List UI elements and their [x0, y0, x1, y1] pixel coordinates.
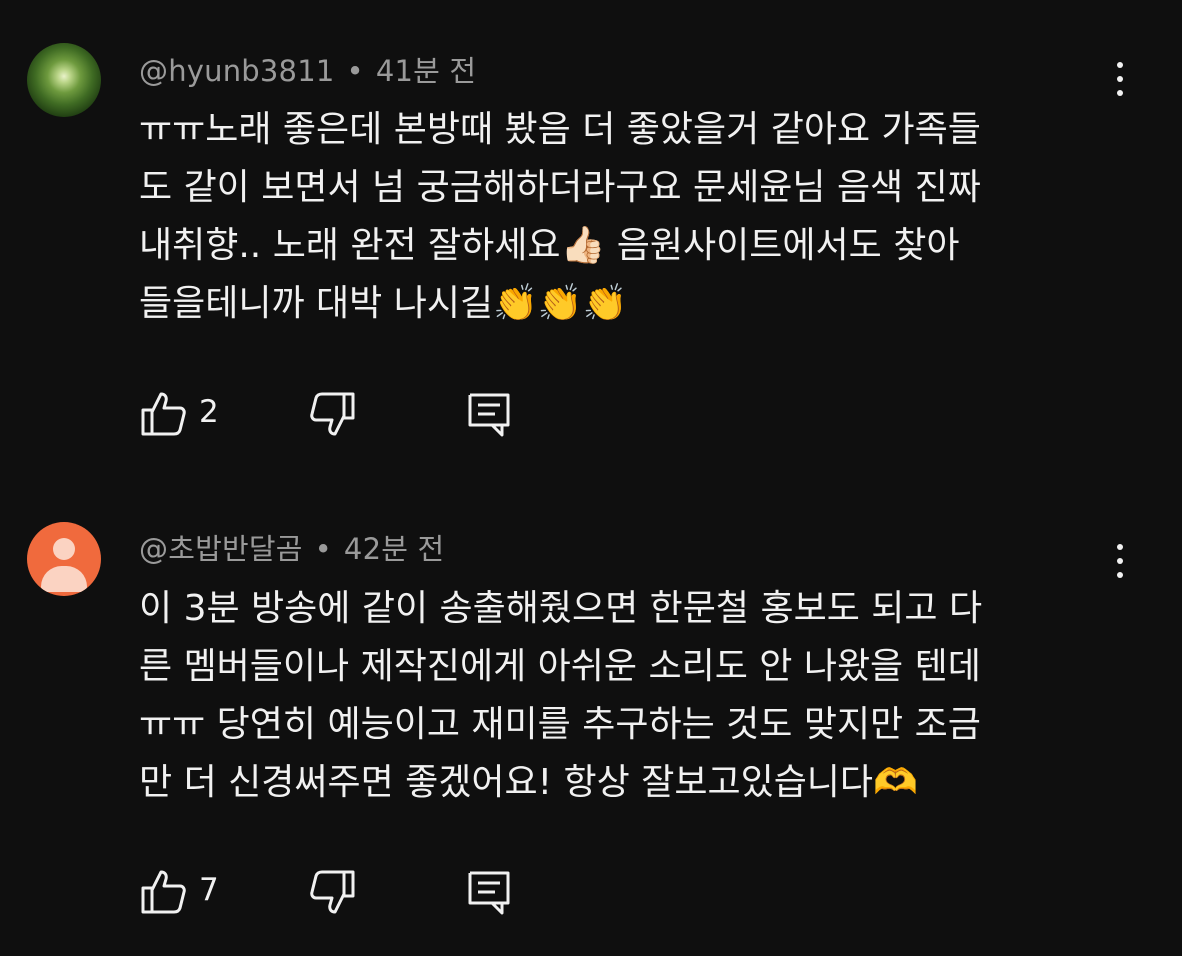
- comment-username[interactable]: @hyunb3811: [139, 54, 335, 88]
- comment-line: 이 3분 방송에 같이 송출해줬으면 한문철 홍보도 되고 다: [139, 588, 983, 629]
- comment-text: ㅠㅠ노래 좋은데 본방때 봤음 더 좋았을거 같아요 가족들 도 같이 보면서 …: [139, 101, 1089, 333]
- comment-line: ㅠㅠ노래 좋은데 본방때 봤음 더 좋았을거 같아요 가족들: [139, 109, 981, 150]
- like-count: 2: [199, 394, 219, 430]
- comment-meta: @초밥반달곰 • 42분 전: [139, 526, 444, 568]
- thumb-down-icon[interactable]: [309, 868, 357, 916]
- meta-separator: •: [314, 532, 332, 566]
- kebab-menu-icon[interactable]: [1105, 58, 1135, 100]
- avatar-shoulders: [41, 566, 87, 592]
- kebab-menu-icon[interactable]: [1105, 540, 1135, 582]
- comment-actions: 2: [139, 390, 559, 440]
- comment-actions: 7: [139, 868, 559, 918]
- thumb-down-icon[interactable]: [309, 390, 357, 438]
- comment-meta: @hyunb3811 • 41분 전: [139, 48, 476, 90]
- avatar[interactable]: [27, 43, 101, 117]
- comment-text: 이 3분 방송에 같이 송출해줬으면 한문철 홍보도 되고 다 른 멤버들이나 …: [139, 580, 1089, 812]
- comment-item: @hyunb3811 • 41분 전 ㅠㅠ노래 좋은데 본방때 봤음 더 좋았을거 …: [0, 0, 1182, 478]
- comment-line: 만 더 신경써주면 좋겠어요! 항상 잘보고있습니다🫶: [139, 762, 918, 803]
- comment-line: 내취향.. 노래 완전 잘하세요👍🏻 음원사이트에서도 찾아: [139, 225, 960, 266]
- meta-separator: •: [346, 54, 364, 88]
- comment-time[interactable]: 42분 전: [344, 532, 444, 566]
- comment-line: 른 멤버들이나 제작진에게 아쉬운 소리도 안 나왔을 텐데: [139, 646, 981, 687]
- comment-line: ㅠㅠ 당연히 예능이고 재미를 추구하는 것도 맞지만 조금: [139, 704, 981, 745]
- comment-time[interactable]: 41분 전: [376, 54, 476, 88]
- comment-line: 들을테니까 대박 나시길👏👏👏: [139, 283, 628, 324]
- reply-icon[interactable]: [465, 390, 513, 438]
- avatar[interactable]: [27, 522, 101, 596]
- comment-username[interactable]: @초밥반달곰: [139, 532, 303, 566]
- comment-line: 도 같이 보면서 넘 궁금해하더라구요 문세윤님 음색 진짜: [139, 167, 981, 208]
- thumb-up-icon[interactable]: [139, 390, 187, 438]
- reply-icon[interactable]: [465, 868, 513, 916]
- like-count: 7: [199, 872, 219, 908]
- thumb-up-icon[interactable]: [139, 868, 187, 916]
- comment-item: @초밥반달곰 • 42분 전 이 3분 방송에 같이 송출해줬으면 한문철 홍보도 …: [0, 478, 1182, 956]
- avatar-head: [53, 538, 75, 560]
